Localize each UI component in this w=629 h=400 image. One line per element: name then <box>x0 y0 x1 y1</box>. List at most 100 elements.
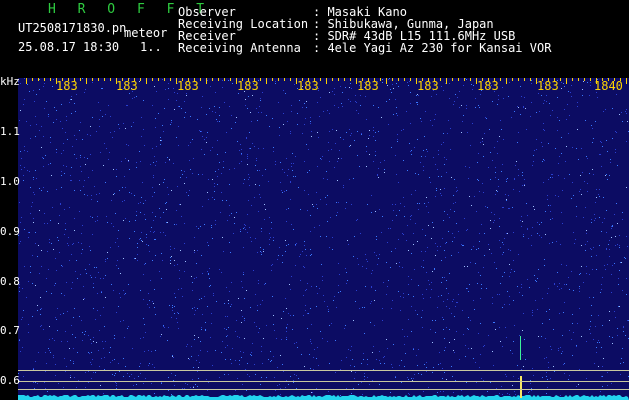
noise-speck <box>197 308 198 309</box>
time-tick-mark <box>98 78 99 81</box>
noise-speck <box>148 365 149 366</box>
noise-floor <box>18 395 629 400</box>
noise-speck <box>209 286 210 287</box>
noise-speck <box>546 311 547 312</box>
noise-speck <box>126 144 127 145</box>
noise-speck <box>539 111 540 112</box>
noise-speck <box>600 154 601 155</box>
noise-speck <box>70 180 71 181</box>
noise-speck <box>240 351 241 352</box>
noise-speck <box>480 142 481 143</box>
noise-speck <box>383 357 384 358</box>
noise-speck <box>468 291 469 292</box>
noise-speck <box>244 224 245 225</box>
noise-speck <box>601 347 602 348</box>
noise-speck <box>532 310 533 311</box>
noise-speck <box>288 169 289 170</box>
noise-speck <box>229 291 230 292</box>
noise-speck <box>506 181 507 182</box>
noise-speck <box>409 143 410 144</box>
noise-speck <box>456 331 457 332</box>
noise-speck <box>135 258 136 259</box>
noise-speck <box>398 291 399 292</box>
noise-speck <box>113 169 114 170</box>
noise-speck <box>498 99 499 100</box>
noise-speck <box>455 94 456 95</box>
noise-speck <box>316 358 317 359</box>
noise-speck <box>396 263 397 264</box>
noise-speck <box>521 226 522 227</box>
noise-speck <box>437 246 438 247</box>
noise-speck <box>619 245 620 246</box>
noise-speck <box>32 283 33 284</box>
noise-speck <box>587 241 588 242</box>
noise-speck <box>225 359 226 360</box>
noise-speck <box>580 273 581 274</box>
noise-speck <box>74 218 75 219</box>
noise-speck <box>393 114 394 115</box>
noise-speck <box>21 217 22 218</box>
noise-speck <box>125 128 126 129</box>
noise-speck <box>381 117 382 118</box>
noise-speck <box>254 364 255 365</box>
noise-speck <box>238 93 239 94</box>
noise-speck <box>161 253 162 254</box>
noise-speck <box>461 105 462 106</box>
noise-speck <box>41 250 42 251</box>
noise-speck <box>546 376 547 377</box>
noise-speck <box>242 316 243 317</box>
noise-speck <box>490 179 491 180</box>
noise-speck <box>522 221 523 222</box>
noise-speck <box>23 180 24 181</box>
noise-speck <box>297 347 298 348</box>
noise-speck <box>217 176 218 177</box>
noise-speck <box>90 362 91 363</box>
noise-speck <box>176 318 177 319</box>
noise-speck <box>244 338 245 339</box>
noise-speck <box>161 382 162 383</box>
noise-speck <box>283 371 284 372</box>
noise-speck <box>590 82 591 83</box>
noise-speck <box>503 207 504 208</box>
noise-speck <box>404 336 405 337</box>
noise-speck <box>281 190 282 191</box>
noise-speck <box>524 97 525 98</box>
noise-speck <box>144 264 145 265</box>
noise-speck <box>511 269 512 270</box>
noise-speck <box>71 325 72 326</box>
noise-speck <box>149 300 150 301</box>
noise-speck <box>423 170 424 171</box>
noise-speck <box>67 311 68 312</box>
noise-speck <box>122 201 123 202</box>
noise-speck <box>586 230 587 231</box>
noise-speck <box>40 314 41 315</box>
noise-speck <box>566 265 567 266</box>
noise-speck <box>35 116 36 117</box>
noise-speck <box>191 276 192 277</box>
noise-speck <box>524 179 525 180</box>
time-tick-mark <box>152 78 153 81</box>
noise-speck <box>181 170 182 171</box>
antenna-value: : 4ele Yagi Az 230 for Kansai VOR <box>313 41 552 55</box>
noise-speck <box>525 359 526 360</box>
noise-speck <box>587 158 588 159</box>
noise-speck <box>453 203 454 204</box>
noise-speck <box>410 151 411 152</box>
noise-speck <box>615 131 616 132</box>
noise-speck <box>184 223 185 224</box>
noise-speck <box>97 310 98 311</box>
noise-speck <box>74 377 75 378</box>
noise-speck <box>215 220 216 221</box>
noise-speck <box>426 197 427 198</box>
y-tick: 0.7 <box>0 324 20 337</box>
noise-speck <box>125 218 126 219</box>
noise-speck <box>33 222 34 223</box>
noise-speck <box>341 103 342 104</box>
noise-speck <box>406 111 407 112</box>
noise-speck <box>57 330 58 331</box>
noise-speck <box>163 326 164 327</box>
noise-speck <box>20 110 21 111</box>
time-tick-mark <box>290 78 291 81</box>
noise-speck <box>58 223 59 224</box>
noise-speck <box>131 193 132 194</box>
